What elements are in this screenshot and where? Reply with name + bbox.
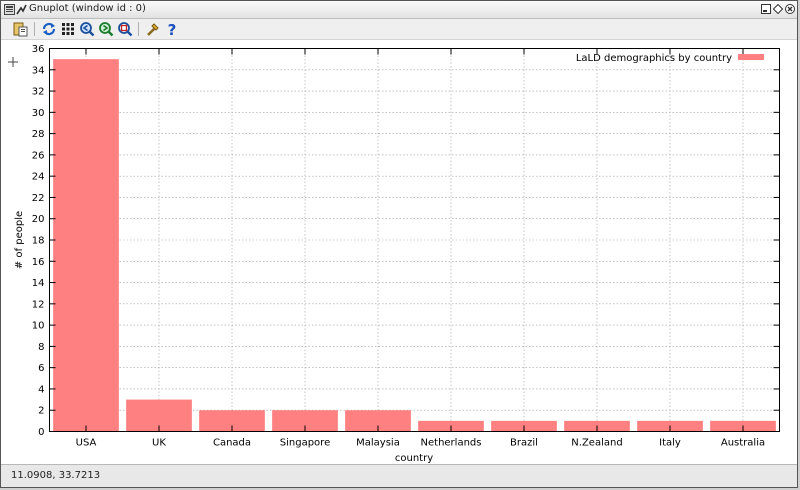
grid-layer [49, 48, 780, 432]
bar-chart: 024681012141618202224262830323436USA UK Ca… [8, 44, 780, 464]
svg-text:?: ? [168, 21, 177, 37]
maximize-icon[interactable] [773, 4, 783, 14]
legend: LaLD demographics by country [576, 53, 764, 64]
status-bar: 11.0908, 33.7213 [1, 464, 797, 487]
x-axis-label: country [395, 453, 433, 464]
y-tick-label: 16 [32, 257, 45, 268]
y-tick-label: 22 [32, 193, 45, 204]
y-tick-label: 2 [38, 406, 44, 417]
y-tick-label: 12 [32, 299, 45, 310]
y-tick-label: 10 [32, 321, 45, 332]
window-menu-icon[interactable] [4, 4, 15, 15]
x-tick-label: USA [76, 438, 97, 449]
replot-icon[interactable] [41, 21, 57, 37]
zoom-next-icon[interactable] [98, 21, 114, 37]
x-tick-label: Singapore [280, 438, 330, 449]
crosshair-icon [8, 57, 18, 67]
gnuplot-window: Gnuplot (window id : 0) ? 0 2 4 6 8 10 1… [0, 0, 798, 488]
copy-clipboard-icon[interactable] [13, 21, 29, 37]
y-axis-label: # of people [14, 211, 25, 269]
zoom-previous-icon[interactable] [79, 21, 95, 37]
y-tick-label: 18 [32, 236, 45, 247]
close-icon[interactable] [785, 4, 795, 14]
window-title: Gnuplot (window id : 0) [29, 3, 146, 14]
y-tick-label: 28 [32, 129, 45, 140]
y-tick-label: 6 [38, 363, 44, 374]
legend-swatch [738, 54, 764, 60]
y-tick-label: 8 [38, 342, 44, 353]
plot-area[interactable]: 0 2 4 6 8 10 12 14 16 18 20 22 24 26 28 30 32 34 36 USA UK Ca… [1, 40, 797, 464]
minimize-icon[interactable] [761, 4, 771, 14]
label-layer: 024681012141618202224262830323436USA UK Ca… [32, 44, 765, 449]
y-tick-label: 4 [38, 384, 44, 395]
config-icon[interactable] [145, 21, 161, 37]
toolbar-separator [138, 22, 139, 36]
x-tick-label: N.Zealand [571, 438, 622, 449]
x-tick-label: Malaysia [356, 438, 400, 449]
x-tick-label: Italy [659, 438, 681, 449]
autoscale-icon[interactable] [117, 21, 133, 37]
x-tick-label: Australia [721, 438, 765, 449]
gnuplot-app-icon [16, 4, 27, 15]
y-tick-label: 34 [32, 65, 45, 76]
y-tick-label: 32 [32, 87, 45, 98]
y-tick-label: 26 [32, 150, 45, 161]
y-tick-label: 24 [32, 172, 45, 183]
toolbar: ? [1, 19, 797, 40]
x-tick-label: UK [152, 438, 166, 449]
title-bar[interactable]: Gnuplot (window id : 0) [1, 1, 797, 19]
bar-usa [53, 59, 119, 432]
y-tick-label: 0 [38, 427, 44, 438]
bar-layer [53, 59, 776, 432]
help-icon[interactable]: ? [164, 21, 180, 37]
x-tick-label: Netherlands [421, 438, 482, 449]
grid-icon[interactable] [60, 21, 76, 37]
mouse-coordinates: 11.0908, 33.7213 [11, 470, 101, 481]
legend-label: LaLD demographics by country [576, 53, 732, 64]
y-tick-label: 36 [32, 44, 45, 55]
y-tick-label: 14 [32, 278, 45, 289]
y-tick-label: 20 [32, 214, 45, 225]
y-tick-label: 30 [32, 108, 45, 119]
x-tick-label: Canada [213, 438, 251, 449]
x-tick-label: Brazil [510, 438, 538, 449]
toolbar-separator [34, 22, 35, 36]
